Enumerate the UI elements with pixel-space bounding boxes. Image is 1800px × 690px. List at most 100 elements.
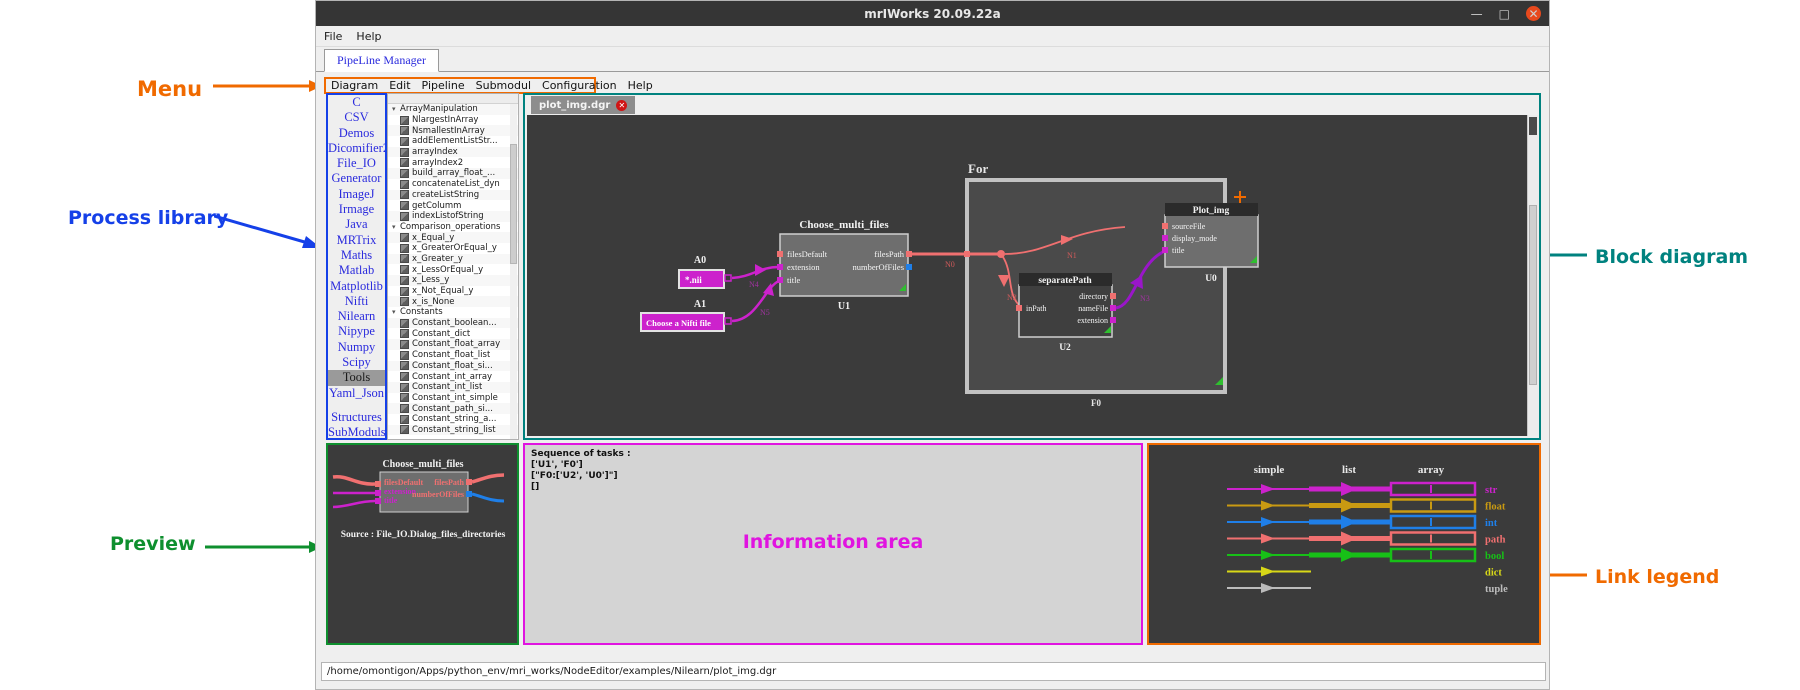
legend-list-arrow-str: [1341, 482, 1357, 496]
minimize-icon[interactable]: —: [1471, 8, 1483, 20]
menu-edit[interactable]: Edit: [389, 79, 410, 92]
node-u1-input-0: filesDefault: [787, 249, 828, 259]
canvas-scrollbar-vertical[interactable]: [1527, 115, 1539, 436]
library-item-matplotlib[interactable]: Matplotlib: [328, 279, 385, 294]
menu-pipeline[interactable]: Pipeline: [422, 79, 465, 92]
tree-body[interactable]: ▾ ArrayManipulation NlargestInArray Nsmalle…: [388, 104, 518, 436]
tree-item[interactable]: Constant_float_si...: [388, 360, 518, 372]
library-item-csv[interactable]: CSV: [328, 110, 385, 125]
library-item-yaml_json[interactable]: Yaml_Json: [328, 386, 385, 401]
library-item-submoduls[interactable]: SubModuls: [328, 425, 385, 438]
tree-item[interactable]: concatenateList_dyn: [388, 179, 518, 190]
tree-item[interactable]: Constant_float_list: [388, 350, 518, 361]
annotation-preview: Preview: [110, 533, 196, 555]
tree-item[interactable]: Constant_float_array: [388, 339, 518, 350]
process-node-icon: [400, 286, 409, 296]
library-item-imagej[interactable]: ImageJ: [328, 187, 385, 202]
chevron-down-icon[interactable]: ▾: [392, 105, 400, 113]
menu-help[interactable]: Help: [356, 30, 381, 43]
annotation-menu: Menu: [137, 77, 203, 101]
process-node-icon: [400, 158, 409, 168]
library-item-java[interactable]: Java: [328, 217, 385, 232]
menu-submodul[interactable]: Submodul: [476, 79, 531, 92]
tree-item[interactable]: build_array_float_...: [388, 168, 518, 179]
library-item-generator[interactable]: Generator: [328, 171, 385, 186]
close-icon[interactable]: ✕: [1526, 6, 1541, 21]
tab-pipeline-manager[interactable]: PipeLine Manager: [324, 49, 439, 72]
menu-help-app[interactable]: Help: [628, 79, 653, 92]
library-item-demos[interactable]: Demos: [328, 126, 385, 141]
tree-item[interactable]: Constant_int_simple: [388, 393, 518, 404]
tree-item[interactable]: arrayIndex2: [388, 157, 518, 168]
process-node-icon: [400, 168, 409, 178]
tree-group[interactable]: ▾ Constants: [388, 307, 518, 318]
library-item-structures[interactable]: Structures: [328, 410, 385, 425]
tree-item[interactable]: Constant_string_a...: [388, 414, 518, 425]
tree-group[interactable]: ▾ ArrayManipulation: [388, 104, 518, 115]
library-item-irmage[interactable]: Irmage: [328, 202, 385, 217]
tree-item[interactable]: Constant_path_si...: [388, 403, 518, 414]
tree-item[interactable]: x_LessOrEqual_y: [388, 264, 518, 275]
document-tab[interactable]: plot_img.dgr ✕: [531, 96, 636, 114]
node-u1-output-0: filesPath: [874, 249, 904, 259]
tree-item[interactable]: indexListofString: [388, 210, 518, 222]
tree-item[interactable]: NlargestInArray: [388, 115, 518, 126]
tree-item[interactable]: arrayIndex: [388, 146, 518, 158]
node-u0-id-label: U0: [1205, 274, 1217, 284]
library-item-c[interactable]: C: [328, 95, 385, 110]
tree-item[interactable]: x_Less_y: [388, 275, 518, 286]
library-item-dicomifier2[interactable]: Dicomifier2: [328, 141, 385, 156]
tree-item[interactable]: getColumm: [388, 200, 518, 211]
document-close-icon[interactable]: ✕: [616, 99, 628, 111]
tree-item[interactable]: NsmallestInArray: [388, 125, 518, 137]
tree-item-label: concatenateList_dyn: [412, 179, 500, 190]
chevron-down-icon[interactable]: ▾: [392, 223, 400, 231]
tree-item[interactable]: x_Equal_y: [388, 232, 518, 243]
process-node-icon: [400, 265, 409, 275]
legend-label-int: int: [1485, 518, 1498, 529]
info-line-2: ["F0:['U2', 'U0']"]: [531, 471, 618, 481]
maximize-icon[interactable]: □: [1499, 8, 1510, 20]
annotation-menu-arrow: [213, 80, 322, 92]
tree-group[interactable]: ▾ Comparison_operations: [388, 222, 518, 233]
tree-item[interactable]: Constant_string_list: [388, 424, 518, 436]
library-item-matlab[interactable]: Matlab: [328, 263, 385, 278]
tree-item[interactable]: x_Not_Equal_y: [388, 286, 518, 297]
library-item-maths[interactable]: Maths: [328, 248, 385, 263]
tree-item[interactable]: x_Greater_y: [388, 253, 518, 265]
tree-item[interactable]: x_GreaterOrEqual_y: [388, 243, 518, 254]
tree-item[interactable]: createListString: [388, 189, 518, 201]
library-item-file_io[interactable]: File_IO: [328, 156, 385, 171]
tree-item[interactable]: Constant_boolean...: [388, 317, 518, 329]
process-tree-panel[interactable]: ▾ ArrayManipulation NlargestInArray Nsmalle…: [387, 93, 519, 440]
annotation-block-diagram: Block diagram: [1595, 246, 1749, 268]
tree-item[interactable]: addElementListStr...: [388, 136, 518, 147]
information-area-label: Information area: [742, 531, 924, 553]
tree-scrollbar[interactable]: [510, 104, 517, 439]
library-item-numpy[interactable]: Numpy: [328, 340, 385, 355]
library-item-nilearn[interactable]: Nilearn: [328, 309, 385, 324]
tree-item[interactable]: x_is_None: [388, 296, 518, 308]
diagram-canvas[interactable]: For F0 A0 *.nii A1 Choose a Nifti file N…: [527, 115, 1537, 436]
chevron-down-icon[interactable]: ▾: [392, 308, 400, 316]
tree-item[interactable]: Constant_int_list: [388, 381, 518, 393]
library-item-nifti[interactable]: Nifti: [328, 294, 385, 309]
status-bar: /home/omontigon/Apps/python_env/mri_work…: [321, 662, 1546, 681]
loop-title: For: [968, 161, 988, 176]
library-item-scipy[interactable]: Scipy: [328, 355, 385, 370]
information-area[interactable]: Sequence of tasks : ['U1', 'F0'] ["F0:['…: [523, 443, 1143, 645]
annotation-process-library: Process library: [68, 207, 229, 229]
tree-item-label: x_Greater_y: [412, 253, 463, 264]
tree-item[interactable]: Constant_int_array: [388, 371, 518, 382]
process-library-list[interactable]: C CSV Demos Dicomifier2 File_IO Generator Imag…: [326, 93, 387, 440]
menu-diagram[interactable]: Diagram: [331, 79, 378, 92]
legend-label-float: float: [1485, 502, 1506, 513]
menu-configuration[interactable]: Configuration: [542, 79, 617, 92]
library-item-tools[interactable]: Tools: [328, 370, 385, 386]
legend-simple-arrow-bool: [1261, 550, 1275, 560]
menu-file[interactable]: File: [324, 30, 342, 43]
tree-item[interactable]: Constant_dict: [388, 328, 518, 339]
legend-simple-arrow-dict: [1261, 566, 1275, 577]
library-item-nipype[interactable]: Nipype: [328, 324, 385, 339]
library-item-mrtrix[interactable]: MRTrix: [328, 233, 385, 248]
